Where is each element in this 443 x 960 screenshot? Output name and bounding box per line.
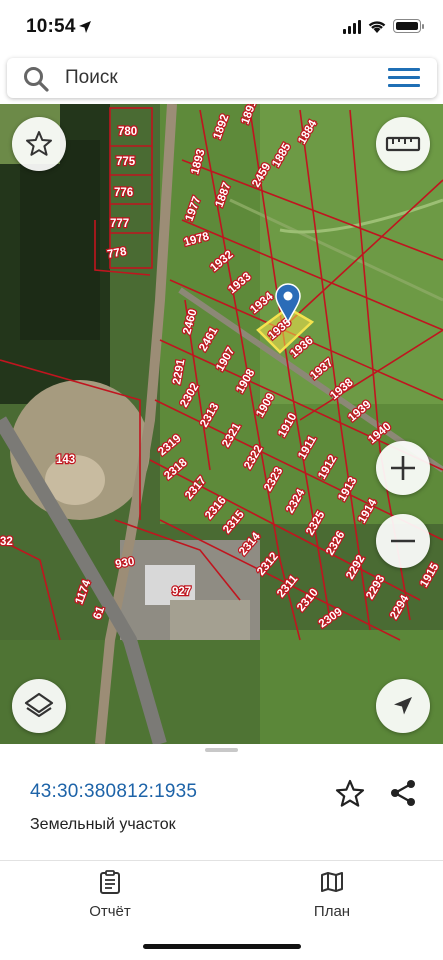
- plot-label[interactable]: 780: [117, 125, 139, 139]
- favorite-map-button[interactable]: [12, 117, 66, 171]
- cadastral-number[interactable]: 43:30:380812:1935: [30, 781, 197, 803]
- zoom-in-button[interactable]: [376, 441, 430, 495]
- satellite-map[interactable]: 780 775 776 777 778 1892 1891 1884 1893 …: [0, 104, 443, 744]
- signal-icon: [343, 20, 361, 34]
- minus-icon: [391, 539, 415, 543]
- search-bar: [7, 58, 437, 98]
- status-time: 10:54: [26, 16, 76, 37]
- tab-report-label: Отчёт: [89, 903, 131, 920]
- my-location-button[interactable]: [376, 679, 430, 733]
- layers-button[interactable]: [12, 679, 66, 733]
- wifi-icon: [368, 21, 386, 33]
- battery-level: [395, 21, 418, 30]
- location-arrow-icon: [79, 21, 91, 33]
- map-fold-icon: [321, 872, 343, 892]
- divider: [0, 860, 443, 861]
- home-indicator[interactable]: [143, 944, 301, 949]
- tab-plan[interactable]: План: [272, 870, 392, 920]
- plot-label[interactable]: 927: [171, 585, 193, 599]
- search-icon[interactable]: [23, 66, 49, 92]
- map-view[interactable]: 780 775 776 777 778 1892 1891 1884 1893 …: [0, 104, 443, 744]
- plot-label[interactable]: 32: [0, 535, 14, 549]
- parcel-bottom-sheet: 43:30:380812:1935 Земельный участок Отчё…: [0, 744, 443, 960]
- ruler-icon: [385, 136, 421, 152]
- plot-label[interactable]: 776: [113, 186, 135, 200]
- clipboard-icon: [100, 870, 120, 894]
- plot-label[interactable]: 777: [109, 217, 131, 231]
- tab-report[interactable]: Отчёт: [50, 870, 170, 920]
- parcel-type: Земельный участок: [30, 816, 176, 833]
- navigation-arrow-icon: [394, 697, 412, 715]
- plot-label[interactable]: 775: [115, 155, 137, 169]
- star-outline-icon: [26, 131, 52, 156]
- hamburger-menu-icon[interactable]: [388, 68, 420, 88]
- search-input[interactable]: [65, 64, 365, 92]
- measure-ruler-button[interactable]: [376, 117, 430, 171]
- plot-label[interactable]: 143: [55, 453, 77, 467]
- plus-icon: [391, 456, 415, 480]
- battery-icon: [393, 19, 424, 33]
- layers-icon: [24, 692, 54, 718]
- zoom-out-button[interactable]: [376, 514, 430, 568]
- status-bar: 10:54: [0, 0, 443, 56]
- sheet-grabber[interactable]: [205, 748, 238, 752]
- favorite-star-icon[interactable]: [334, 778, 366, 810]
- share-icon[interactable]: [388, 778, 418, 808]
- tab-plan-label: План: [313, 903, 351, 920]
